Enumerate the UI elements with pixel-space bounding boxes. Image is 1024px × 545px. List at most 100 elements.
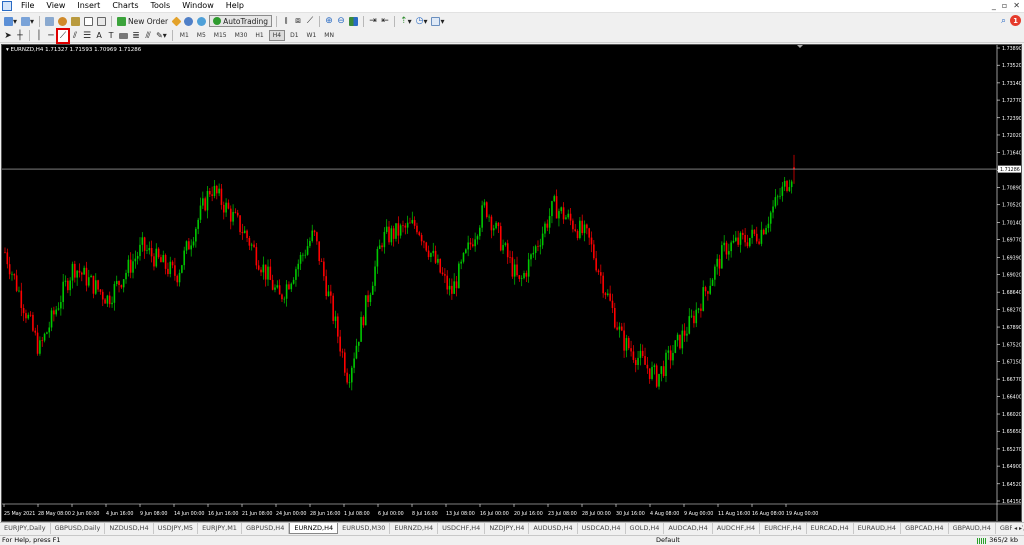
candle-body <box>609 293 611 301</box>
timeframe-h1[interactable]: H1 <box>252 30 266 41</box>
new-chart-button[interactable]: ▾ <box>3 15 18 27</box>
navigator-button[interactable] <box>70 15 81 27</box>
candle-body <box>374 266 376 286</box>
price-chart[interactable]: 1.73890 1.73520 1.73140 1.72770 1.72390 1.720… <box>1 44 1022 522</box>
crosshair-tool[interactable]: ┼ <box>15 30 25 42</box>
terminal-button[interactable] <box>83 15 94 27</box>
vertical-line-tool[interactable]: │ <box>34 30 44 42</box>
restore-icon[interactable]: ▫ <box>1002 0 1007 12</box>
andrews-pitchfork-tool[interactable]: ⫻ <box>143 30 153 42</box>
fibonacci-tool[interactable]: ☰ <box>82 30 92 42</box>
chart-tab[interactable]: EURCAD,H4 <box>807 523 854 534</box>
separator <box>29 30 30 41</box>
candle-body <box>67 280 69 291</box>
chart-tab[interactable]: USDJPY,M5 <box>154 523 199 534</box>
more-tools-button[interactable]: ✎▾ <box>155 30 168 42</box>
candle-body <box>546 223 549 228</box>
chart-tab[interactable]: EURJPY,Daily <box>0 523 51 534</box>
candle-body <box>25 313 27 319</box>
chart-tab[interactable]: GOLD,H4 <box>626 523 665 534</box>
chart-tab[interactable]: EURNZD,H4 <box>289 523 339 534</box>
periods-button[interactable]: ◷ ▾ <box>415 15 429 27</box>
chart-tab[interactable]: EURNZD,H4 <box>390 523 439 534</box>
signals-button[interactable] <box>183 15 194 27</box>
chart-tab[interactable]: USDCAD,H4 <box>578 523 626 534</box>
text-label-tool[interactable]: T <box>106 30 116 42</box>
tile-windows-button[interactable] <box>348 15 359 27</box>
arrows-tool[interactable] <box>118 30 129 42</box>
autotrading-button[interactable]: AutoTrading <box>209 15 273 27</box>
candle-body <box>164 255 167 269</box>
notification-icon[interactable]: 1 <box>1010 15 1021 26</box>
timeframe-w1[interactable]: W1 <box>304 30 320 41</box>
horizontal-line-tool[interactable]: ─ <box>46 30 56 42</box>
menu-window[interactable]: Window <box>177 0 221 12</box>
metaeditor-button[interactable] <box>171 15 182 27</box>
timeframe-d1[interactable]: D1 <box>287 30 301 41</box>
timeframe-m1[interactable]: M1 <box>177 30 192 41</box>
zoom-out-button[interactable]: ⊖ <box>336 15 346 27</box>
cursor-tool[interactable]: ➤ <box>3 30 13 42</box>
auto-scroll-button[interactable]: ⇤ <box>380 15 390 27</box>
candle-body <box>381 245 383 248</box>
templates-button[interactable]: ▾ <box>430 15 445 27</box>
chart-tab[interactable]: NZDJPY,H4 <box>485 523 530 534</box>
timeframe-h4[interactable]: H4 <box>268 30 286 41</box>
market-watch-icon <box>45 16 55 26</box>
candle-body <box>681 330 684 349</box>
chart-tab[interactable]: USDCHF,H4 <box>438 523 486 534</box>
candle-body <box>85 267 88 286</box>
candle-body <box>641 350 644 357</box>
zoom-in-button[interactable]: ⊕ <box>324 15 334 27</box>
candle-body <box>702 287 705 311</box>
close-icon[interactable]: ✕ <box>1013 0 1020 12</box>
market-watch-button[interactable] <box>44 15 55 27</box>
chart-tab[interactable]: GBPCAD,H4 <box>901 523 949 534</box>
minimize-icon[interactable]: _ <box>992 0 996 12</box>
candle-body <box>616 327 618 330</box>
timeframe-m15[interactable]: M15 <box>211 30 230 41</box>
menu-view[interactable]: View <box>41 0 72 12</box>
chart-shift-button[interactable]: ⇥ <box>368 15 378 27</box>
chart-tab[interactable]: EURAUD,H4 <box>854 523 902 534</box>
chart-tab[interactable]: GBPUSD,Daily <box>51 523 106 534</box>
menu-file[interactable]: File <box>16 0 41 12</box>
chart-tab[interactable]: AUDUSD,H4 <box>529 523 578 534</box>
timeframe-m5[interactable]: M5 <box>194 30 209 41</box>
profiles-button[interactable]: ▾ <box>20 15 35 27</box>
search-icon[interactable]: ⌕ <box>1001 16 1006 26</box>
indicators-button[interactable]: ⇡ ▾ <box>399 15 413 27</box>
gann-tool[interactable]: ≣ <box>131 30 141 42</box>
menu-tools[interactable]: Tools <box>145 0 177 12</box>
market-button[interactable] <box>196 15 207 27</box>
timeframe-mn[interactable]: MN <box>321 30 337 41</box>
timeframe-m30[interactable]: M30 <box>232 30 251 41</box>
trendline-tool[interactable]: ⟋ <box>56 27 70 44</box>
channel-tool[interactable]: ⫽ <box>70 30 80 42</box>
chart-tab[interactable]: GBPUSD,H4 <box>242 523 290 534</box>
menu-charts[interactable]: Charts <box>107 0 145 12</box>
chart-canvas[interactable]: 1.73890 1.73520 1.73140 1.72770 1.72390 1.720… <box>2 45 1022 522</box>
menu-insert[interactable]: Insert <box>72 0 107 12</box>
strategy-tester-button[interactable] <box>96 15 107 27</box>
tab-scroll-arrows[interactable]: ◂ ▸ <box>1012 523 1022 534</box>
chart-tab[interactable]: EURJPY,M1 <box>198 523 242 534</box>
chart-tab[interactable]: AUDCAD,H4 <box>664 523 713 534</box>
chart-tab[interactable]: GBPAUD,H4 <box>949 523 996 534</box>
text-tool[interactable]: A <box>94 30 104 42</box>
candle-body <box>714 266 716 280</box>
chart-tab[interactable]: AUDCHF,H4 <box>713 523 761 534</box>
chart-tab[interactable]: EURUSD,M30 <box>338 523 391 534</box>
candle-body <box>206 190 209 211</box>
data-window-button[interactable] <box>57 15 68 27</box>
chart-tab[interactable]: EURCHF,H4 <box>760 523 807 534</box>
candlestick-chart-button[interactable]: ⧈ <box>293 15 303 27</box>
menu-help[interactable]: Help <box>221 0 251 12</box>
new-order-button[interactable]: New Order <box>116 15 169 27</box>
line-chart-button[interactable]: ⟋ <box>305 15 315 27</box>
candle-body <box>551 201 553 217</box>
chart-tab[interactable]: NZDUSD,H4 <box>105 523 154 534</box>
candle-body <box>339 336 341 352</box>
candle-body <box>92 275 95 294</box>
bar-chart-button[interactable]: ⫾ <box>281 15 291 27</box>
